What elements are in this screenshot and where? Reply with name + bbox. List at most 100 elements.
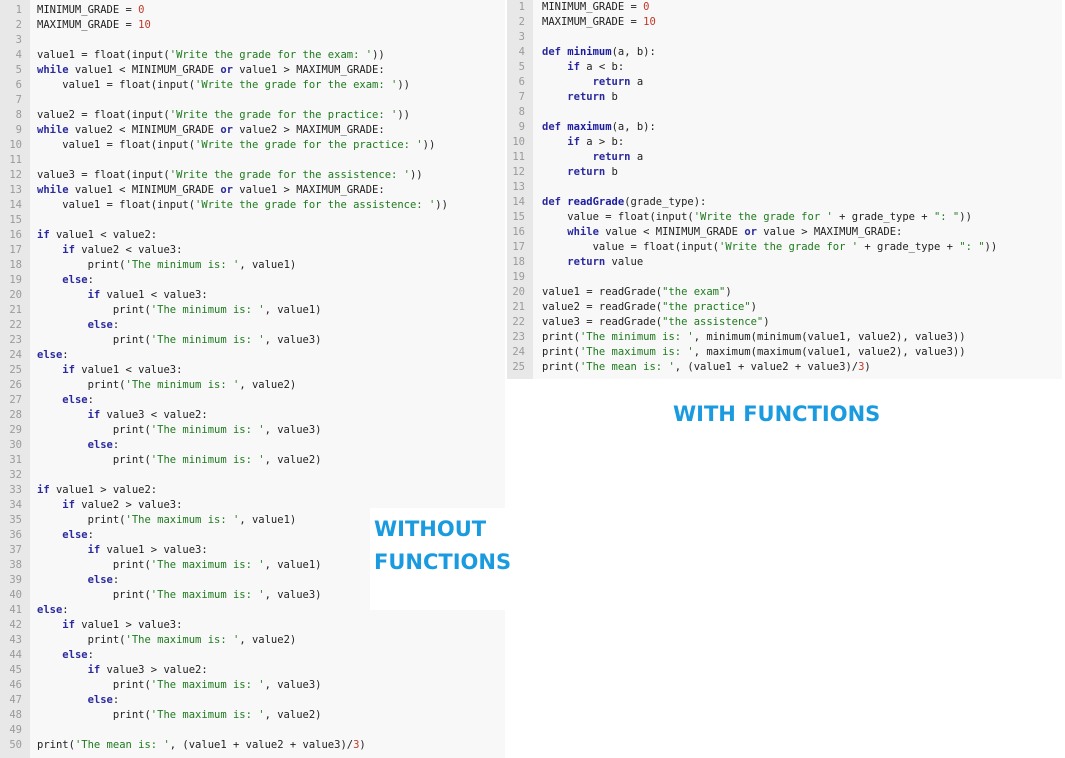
code-token: if bbox=[87, 289, 101, 301]
code-token: 'The maximum is: ' bbox=[150, 589, 265, 601]
code-text: if value2 > value3: bbox=[37, 498, 182, 513]
code-token: 'Write the grade for the practice: ' bbox=[195, 139, 423, 151]
line-number: 1 bbox=[518, 1, 525, 13]
code-line: 43 print('The maximum is: ', value2) bbox=[0, 633, 296, 648]
code-line: 32 bbox=[0, 468, 37, 483]
line-number: 35 bbox=[9, 514, 22, 526]
line-number: 21 bbox=[9, 304, 22, 316]
code-token: , maximum(maximum(value1, value2), value… bbox=[693, 346, 966, 358]
code-token: value bbox=[605, 256, 644, 268]
line-number: 12 bbox=[9, 169, 22, 181]
code-text: MAXIMUM_GRADE = 10 bbox=[37, 18, 151, 33]
code-token: , value1) bbox=[264, 559, 322, 571]
code-token: def bbox=[542, 46, 561, 58]
code-token: print( bbox=[37, 259, 126, 271]
code-token: print( bbox=[542, 331, 580, 343]
line-number: 49 bbox=[9, 724, 22, 736]
code-token: MAXIMUM_GRADE = bbox=[542, 16, 644, 28]
code-line: 17 value = float(input('Write the grade … bbox=[507, 240, 997, 255]
code-line: 14 def readGrade(grade_type): bbox=[507, 195, 706, 210]
code-token: if bbox=[62, 499, 75, 511]
code-line: 48 print('The maximum is: ', value2) bbox=[0, 708, 321, 723]
line-number: 15 bbox=[9, 214, 22, 226]
code-token: value3 < value2: bbox=[100, 409, 208, 421]
code-token: 'The minimum is: ' bbox=[125, 379, 240, 391]
code-line: 8 bbox=[507, 105, 542, 120]
code-text: value = float(input('Write the grade for… bbox=[542, 240, 998, 255]
line-number: 44 bbox=[9, 649, 22, 661]
code-line: 12 return b bbox=[507, 165, 618, 180]
line-number: 11 bbox=[9, 154, 22, 166]
code-token: + grade_type + bbox=[858, 241, 960, 253]
code-token: print( bbox=[37, 634, 126, 646]
code-text: value2 = float(input('Write the grade fo… bbox=[37, 108, 410, 123]
code-line: 7 return b bbox=[507, 90, 618, 105]
code-token: b bbox=[605, 166, 618, 178]
code-line: 2 MAXIMUM_GRADE = 10 bbox=[507, 15, 656, 30]
line-number: 6 bbox=[518, 76, 525, 88]
code-text: else: bbox=[37, 393, 94, 408]
code-token: )) bbox=[397, 79, 410, 91]
code-text: value3 = float(input('Write the grade fo… bbox=[37, 168, 423, 183]
code-token: if bbox=[62, 619, 75, 631]
code-token: 10 bbox=[643, 16, 656, 28]
code-text: print('The maximum is: ', value1) bbox=[37, 513, 297, 528]
code-token: : bbox=[87, 529, 94, 541]
code-line: 5 if a < b: bbox=[507, 60, 625, 75]
code-token: def bbox=[542, 121, 561, 133]
code-token: , value3) bbox=[264, 424, 322, 436]
code-text: print('The minimum is: ', value3) bbox=[37, 333, 322, 348]
code-line: 3 bbox=[507, 30, 542, 45]
code-text: print('The maximum is: ', value1) bbox=[37, 558, 322, 573]
code-text: print('The minimum is: ', value2) bbox=[37, 453, 322, 468]
code-line: 45 if value3 > value2: bbox=[0, 663, 207, 678]
code-token: 'The maximum is: ' bbox=[150, 559, 265, 571]
code-token: : bbox=[62, 349, 69, 361]
code-token: return bbox=[592, 76, 631, 88]
code-token: )) bbox=[397, 109, 410, 121]
code-text: value1 = float(input('Write the grade fo… bbox=[37, 78, 410, 93]
code-token: else bbox=[37, 604, 63, 616]
line-number: 3 bbox=[518, 31, 525, 43]
code-text: return b bbox=[542, 165, 618, 180]
code-token: ) bbox=[750, 301, 757, 313]
code-token: or bbox=[220, 64, 233, 76]
line-number: 30 bbox=[9, 439, 22, 451]
code-token: value < MINIMUM_GRADE bbox=[598, 226, 745, 238]
code-line: 27 else: bbox=[0, 393, 94, 408]
code-line: 41 else: bbox=[0, 603, 68, 618]
line-number: 12 bbox=[512, 166, 525, 178]
line-number: 5 bbox=[15, 64, 22, 76]
code-token: value1 = float(input( bbox=[37, 199, 196, 211]
code-text: if a < b: bbox=[542, 60, 624, 75]
line-number: 40 bbox=[9, 589, 22, 601]
code-text: def maximum(a, b): bbox=[542, 120, 656, 135]
code-text: print('The maximum is: ', value3) bbox=[37, 588, 322, 603]
code-token: , value3) bbox=[264, 679, 322, 691]
code-panel-without-functions: 1 MINIMUM_GRADE = 0 2 MAXIMUM_GRADE = 10 3 4 v… bbox=[0, 0, 505, 758]
code-token: 'The maximum is: ' bbox=[150, 679, 265, 691]
code-token: 'The maximum is: ' bbox=[579, 346, 694, 358]
code-token: print( bbox=[37, 514, 126, 526]
code-line: 5 while value1 < MINIMUM_GRADE or value1 … bbox=[0, 63, 385, 78]
line-number: 3 bbox=[15, 34, 22, 46]
line-number: 36 bbox=[9, 529, 22, 541]
code-token: , minimum(minimum(value1, value2), value… bbox=[693, 331, 966, 343]
line-number: 31 bbox=[9, 454, 22, 466]
code-token: , value3) bbox=[264, 589, 322, 601]
code-token: 'The minimum is: ' bbox=[150, 334, 265, 346]
code-line: 20 if value1 < value3: bbox=[0, 288, 207, 303]
line-number: 29 bbox=[9, 424, 22, 436]
code-token: value2 = readGrade( bbox=[542, 301, 663, 313]
code-line: 8 value2 = float(input('Write the grade f… bbox=[0, 108, 410, 123]
code-token: if bbox=[87, 409, 101, 421]
code-text: def minimum(a, b): bbox=[542, 45, 656, 60]
code-token: while bbox=[37, 124, 69, 136]
code-token: 'The maximum is: ' bbox=[125, 634, 240, 646]
